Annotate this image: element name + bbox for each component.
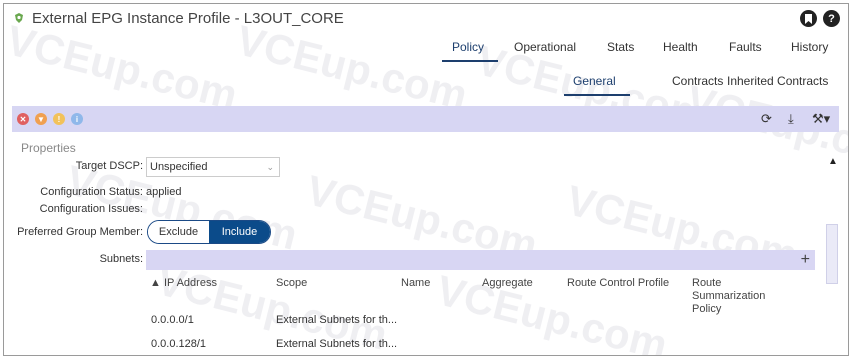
tab-stats[interactable]: Stats xyxy=(607,40,634,54)
subnets-toolbar: + xyxy=(146,250,815,270)
target-dscp-select[interactable]: Unspecified ⌄ xyxy=(146,157,280,177)
tab-policy[interactable]: Policy xyxy=(452,40,484,54)
minor-fault-icon[interactable]: ! xyxy=(53,113,65,125)
watermark: VCEup.com xyxy=(231,16,473,119)
target-dscp-label: Target DSCP: xyxy=(75,160,143,172)
tab-faults[interactable]: Faults xyxy=(729,40,762,54)
exclude-button[interactable]: Exclude xyxy=(148,221,209,243)
table-row-scope: External Subnets for th... xyxy=(276,314,398,326)
column-ip-address[interactable]: ▲ IP Address xyxy=(150,277,217,289)
download-icon[interactable]: ⤓ xyxy=(788,111,794,127)
subtab-inherited-contracts[interactable]: Inherited Contracts xyxy=(727,74,828,88)
chevron-down-icon: ⌄ xyxy=(266,162,274,172)
subtab-contracts[interactable]: Contracts xyxy=(672,74,723,88)
active-subtab-underline xyxy=(564,94,630,96)
subnets-label: Subnets: xyxy=(99,253,143,265)
column-name[interactable]: Name xyxy=(401,277,430,289)
scrollbar[interactable] xyxy=(826,224,838,284)
tab-health[interactable]: Health xyxy=(663,40,698,54)
shield-icon xyxy=(15,13,23,23)
properties-section-label: Properties xyxy=(21,141,76,155)
column-route-summarization-policy[interactable]: Route Summarization Policy xyxy=(692,277,797,316)
subtab-general[interactable]: General xyxy=(573,74,616,88)
scroll-up-arrow-icon[interactable]: ▲ xyxy=(828,156,838,167)
critical-fault-icon[interactable]: ✕ xyxy=(17,113,29,125)
tab-operational[interactable]: Operational xyxy=(514,40,576,54)
config-issues-label: Configuration Issues: xyxy=(39,203,143,215)
page-title: External EPG Instance Profile - L3OUT_CO… xyxy=(32,9,344,27)
toolbar: ✕ ▼ ! i ⟳ ⤓ ⚒▾ xyxy=(12,106,839,132)
target-dscp-value: Unspecified xyxy=(150,161,208,173)
preferred-group-label: Preferred Group Member: xyxy=(17,226,143,238)
table-row-ip[interactable]: 0.0.0.128/1 xyxy=(151,338,206,350)
tools-icon[interactable]: ⚒▾ xyxy=(812,111,830,127)
title-bar: External EPG Instance Profile - L3OUT_CO… xyxy=(14,8,344,28)
tab-history[interactable]: History xyxy=(791,40,828,54)
header-actions: ? xyxy=(800,10,840,27)
include-button[interactable]: Include xyxy=(209,221,270,243)
config-status-value: applied xyxy=(146,186,182,198)
watermark: VCEup.com xyxy=(3,16,243,119)
help-icon[interactable]: ? xyxy=(823,10,840,27)
add-subnet-button[interactable]: + xyxy=(801,250,810,270)
column-aggregate[interactable]: Aggregate xyxy=(482,277,533,289)
main-tabs: Policy Operational Stats Health Faults H… xyxy=(4,40,848,62)
table-row-ip[interactable]: 0.0.0.0/1 xyxy=(151,314,194,326)
column-route-control-profile[interactable]: Route Control Profile xyxy=(567,277,669,289)
refresh-icon[interactable]: ⟳ xyxy=(761,111,772,127)
table-row-scope: External Subnets for th... xyxy=(276,338,398,350)
bookmark-icon[interactable] xyxy=(800,10,817,27)
config-status-label: Configuration Status: xyxy=(40,186,143,198)
window: VCEup.com VCEup.com VCEup.com VCEup.com … xyxy=(3,3,849,356)
active-tab-underline xyxy=(442,60,498,62)
preferred-group-toggle: Exclude Include xyxy=(147,220,271,244)
column-scope[interactable]: Scope xyxy=(276,277,307,289)
major-fault-icon[interactable]: ▼ xyxy=(35,113,47,125)
warning-fault-icon[interactable]: i xyxy=(71,113,83,125)
